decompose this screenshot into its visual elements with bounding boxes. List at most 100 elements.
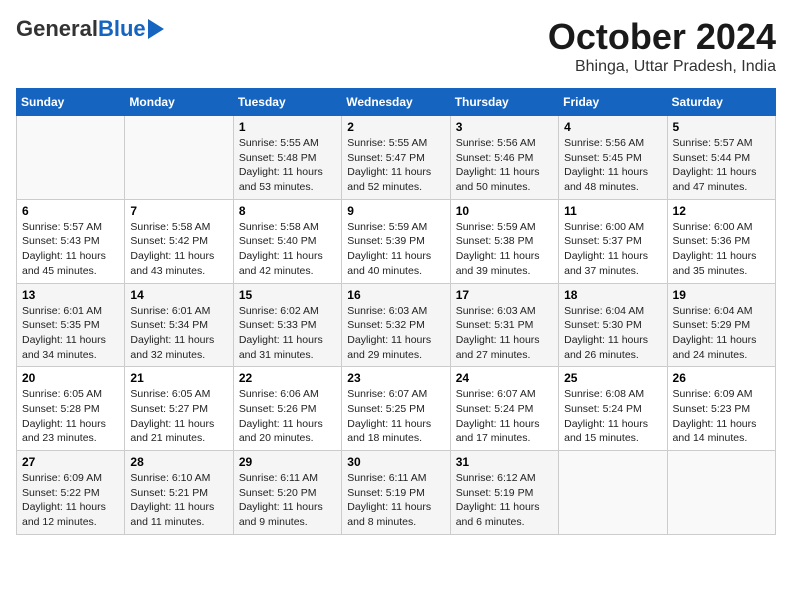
day-number: 13 xyxy=(22,288,119,302)
day-number: 3 xyxy=(456,120,553,134)
calendar-day-cell: 11 Sunrise: 6:00 AM Sunset: 5:37 PM Dayli… xyxy=(559,199,667,283)
day-info: Sunrise: 6:11 AM Sunset: 5:20 PM Dayligh… xyxy=(239,471,336,530)
day-number: 31 xyxy=(456,455,553,469)
calendar-day-cell: 12 Sunrise: 6:00 AM Sunset: 5:36 PM Dayli… xyxy=(667,199,775,283)
day-number: 20 xyxy=(22,371,119,385)
day-number: 21 xyxy=(130,371,227,385)
day-info: Sunrise: 6:00 AM Sunset: 5:36 PM Dayligh… xyxy=(673,220,770,279)
calendar-day-cell xyxy=(17,116,125,200)
calendar-day-header: Wednesday xyxy=(342,89,450,116)
day-info: Sunrise: 6:03 AM Sunset: 5:31 PM Dayligh… xyxy=(456,304,553,363)
calendar-day-cell: 28 Sunrise: 6:10 AM Sunset: 5:21 PM Dayli… xyxy=(125,451,233,535)
calendar-day-cell: 3 Sunrise: 5:56 AM Sunset: 5:46 PM Daylig… xyxy=(450,116,558,200)
day-number: 18 xyxy=(564,288,661,302)
calendar-day-cell: 31Sunrise: 6:12 AM Sunset: 5:19 PM Dayli… xyxy=(450,451,558,535)
day-number: 11 xyxy=(564,204,661,218)
calendar-day-cell: 2 Sunrise: 5:55 AM Sunset: 5:47 PM Daylig… xyxy=(342,116,450,200)
calendar-day-header: Sunday xyxy=(17,89,125,116)
calendar-week-row: 13Sunrise: 6:01 AM Sunset: 5:35 PM Dayli… xyxy=(17,283,776,367)
calendar-day-cell: 7 Sunrise: 5:58 AM Sunset: 5:42 PM Daylig… xyxy=(125,199,233,283)
page-header: General Blue October 2024 Bhinga, Uttar … xyxy=(16,16,776,76)
calendar-day-cell: 9 Sunrise: 5:59 AM Sunset: 5:39 PM Daylig… xyxy=(342,199,450,283)
calendar-day-cell: 16Sunrise: 6:03 AM Sunset: 5:32 PM Dayli… xyxy=(342,283,450,367)
day-info: Sunrise: 6:10 AM Sunset: 5:21 PM Dayligh… xyxy=(130,471,227,530)
calendar-day-cell: 14 Sunrise: 6:01 AM Sunset: 5:34 PM Dayli… xyxy=(125,283,233,367)
day-number: 25 xyxy=(564,371,661,385)
day-number: 22 xyxy=(239,371,336,385)
day-info: Sunrise: 5:55 AM Sunset: 5:47 PM Dayligh… xyxy=(347,136,444,195)
day-number: 12 xyxy=(673,204,770,218)
day-info: Sunrise: 6:03 AM Sunset: 5:32 PM Dayligh… xyxy=(347,304,444,363)
page-subtitle: Bhinga, Uttar Pradesh, India xyxy=(548,58,776,76)
day-number: 30 xyxy=(347,455,444,469)
page-title: October 2024 xyxy=(548,16,776,58)
calendar-day-cell: 15 Sunrise: 6:02 AM Sunset: 5:33 PM Dayli… xyxy=(233,283,341,367)
calendar-day-cell xyxy=(667,451,775,535)
day-info: Sunrise: 6:08 AM Sunset: 5:24 PM Dayligh… xyxy=(564,387,661,446)
day-number: 17 xyxy=(456,288,553,302)
calendar-day-cell: 27Sunrise: 6:09 AM Sunset: 5:22 PM Dayli… xyxy=(17,451,125,535)
calendar-header-row: SundayMondayTuesdayWednesdayThursdayFrid… xyxy=(17,89,776,116)
calendar-day-cell: 5Sunrise: 5:57 AM Sunset: 5:44 PM Daylig… xyxy=(667,116,775,200)
day-info: Sunrise: 5:57 AM Sunset: 5:43 PM Dayligh… xyxy=(22,220,119,279)
day-info: Sunrise: 5:56 AM Sunset: 5:46 PM Dayligh… xyxy=(456,136,553,195)
day-number: 26 xyxy=(673,371,770,385)
calendar-week-row: 6 Sunrise: 5:57 AM Sunset: 5:43 PM Daylig… xyxy=(17,199,776,283)
day-number: 7 xyxy=(130,204,227,218)
calendar-day-header: Saturday xyxy=(667,89,775,116)
calendar-day-cell: 30 Sunrise: 6:11 AM Sunset: 5:19 PM Dayli… xyxy=(342,451,450,535)
calendar-week-row: 1 Sunrise: 5:55 AM Sunset: 5:48 PM Daylig… xyxy=(17,116,776,200)
day-number: 19 xyxy=(673,288,770,302)
day-info: Sunrise: 5:56 AM Sunset: 5:45 PM Dayligh… xyxy=(564,136,661,195)
day-info: Sunrise: 6:00 AM Sunset: 5:37 PM Dayligh… xyxy=(564,220,661,279)
day-number: 6 xyxy=(22,204,119,218)
logo-blue-text: Blue xyxy=(98,16,146,42)
day-info: Sunrise: 5:58 AM Sunset: 5:40 PM Dayligh… xyxy=(239,220,336,279)
calendar-day-cell: 10 Sunrise: 5:59 AM Sunset: 5:38 PM Dayli… xyxy=(450,199,558,283)
day-number: 15 xyxy=(239,288,336,302)
logo-arrow-icon xyxy=(148,19,164,39)
calendar-day-cell: 17 Sunrise: 6:03 AM Sunset: 5:31 PM Dayli… xyxy=(450,283,558,367)
calendar-day-cell: 19 Sunrise: 6:04 AM Sunset: 5:29 PM Dayli… xyxy=(667,283,775,367)
day-info: Sunrise: 6:11 AM Sunset: 5:19 PM Dayligh… xyxy=(347,471,444,530)
calendar-day-cell: 4 Sunrise: 5:56 AM Sunset: 5:45 PM Daylig… xyxy=(559,116,667,200)
day-info: Sunrise: 5:59 AM Sunset: 5:38 PM Dayligh… xyxy=(456,220,553,279)
day-number: 2 xyxy=(347,120,444,134)
calendar-day-cell: 6 Sunrise: 5:57 AM Sunset: 5:43 PM Daylig… xyxy=(17,199,125,283)
title-block: October 2024 Bhinga, Uttar Pradesh, Indi… xyxy=(548,16,776,76)
day-info: Sunrise: 5:57 AM Sunset: 5:44 PM Dayligh… xyxy=(673,136,770,195)
calendar-day-cell: 8 Sunrise: 5:58 AM Sunset: 5:40 PM Daylig… xyxy=(233,199,341,283)
day-info: Sunrise: 6:04 AM Sunset: 5:30 PM Dayligh… xyxy=(564,304,661,363)
day-info: Sunrise: 6:09 AM Sunset: 5:23 PM Dayligh… xyxy=(673,387,770,446)
day-number: 4 xyxy=(564,120,661,134)
day-info: Sunrise: 6:04 AM Sunset: 5:29 PM Dayligh… xyxy=(673,304,770,363)
day-info: Sunrise: 5:58 AM Sunset: 5:42 PM Dayligh… xyxy=(130,220,227,279)
day-number: 14 xyxy=(130,288,227,302)
day-number: 29 xyxy=(239,455,336,469)
calendar-day-cell: 18 Sunrise: 6:04 AM Sunset: 5:30 PM Dayli… xyxy=(559,283,667,367)
day-number: 10 xyxy=(456,204,553,218)
calendar-day-cell: 1 Sunrise: 5:55 AM Sunset: 5:48 PM Daylig… xyxy=(233,116,341,200)
day-info: Sunrise: 6:09 AM Sunset: 5:22 PM Dayligh… xyxy=(22,471,119,530)
day-number: 28 xyxy=(130,455,227,469)
day-info: Sunrise: 5:55 AM Sunset: 5:48 PM Dayligh… xyxy=(239,136,336,195)
calendar-day-cell: 22Sunrise: 6:06 AM Sunset: 5:26 PM Dayli… xyxy=(233,367,341,451)
logo-general-text: General xyxy=(16,16,98,42)
day-number: 1 xyxy=(239,120,336,134)
day-number: 24 xyxy=(456,371,553,385)
calendar-week-row: 27Sunrise: 6:09 AM Sunset: 5:22 PM Dayli… xyxy=(17,451,776,535)
calendar-day-cell: 13Sunrise: 6:01 AM Sunset: 5:35 PM Dayli… xyxy=(17,283,125,367)
day-info: Sunrise: 5:59 AM Sunset: 5:39 PM Dayligh… xyxy=(347,220,444,279)
day-info: Sunrise: 6:05 AM Sunset: 5:27 PM Dayligh… xyxy=(130,387,227,446)
day-info: Sunrise: 6:07 AM Sunset: 5:24 PM Dayligh… xyxy=(456,387,553,446)
day-info: Sunrise: 6:05 AM Sunset: 5:28 PM Dayligh… xyxy=(22,387,119,446)
day-number: 8 xyxy=(239,204,336,218)
calendar-week-row: 20 Sunrise: 6:05 AM Sunset: 5:28 PM Dayli… xyxy=(17,367,776,451)
day-number: 23 xyxy=(347,371,444,385)
calendar-day-header: Thursday xyxy=(450,89,558,116)
day-info: Sunrise: 6:02 AM Sunset: 5:33 PM Dayligh… xyxy=(239,304,336,363)
day-info: Sunrise: 6:07 AM Sunset: 5:25 PM Dayligh… xyxy=(347,387,444,446)
day-number: 9 xyxy=(347,204,444,218)
logo: General Blue xyxy=(16,16,164,42)
day-info: Sunrise: 6:01 AM Sunset: 5:34 PM Dayligh… xyxy=(130,304,227,363)
